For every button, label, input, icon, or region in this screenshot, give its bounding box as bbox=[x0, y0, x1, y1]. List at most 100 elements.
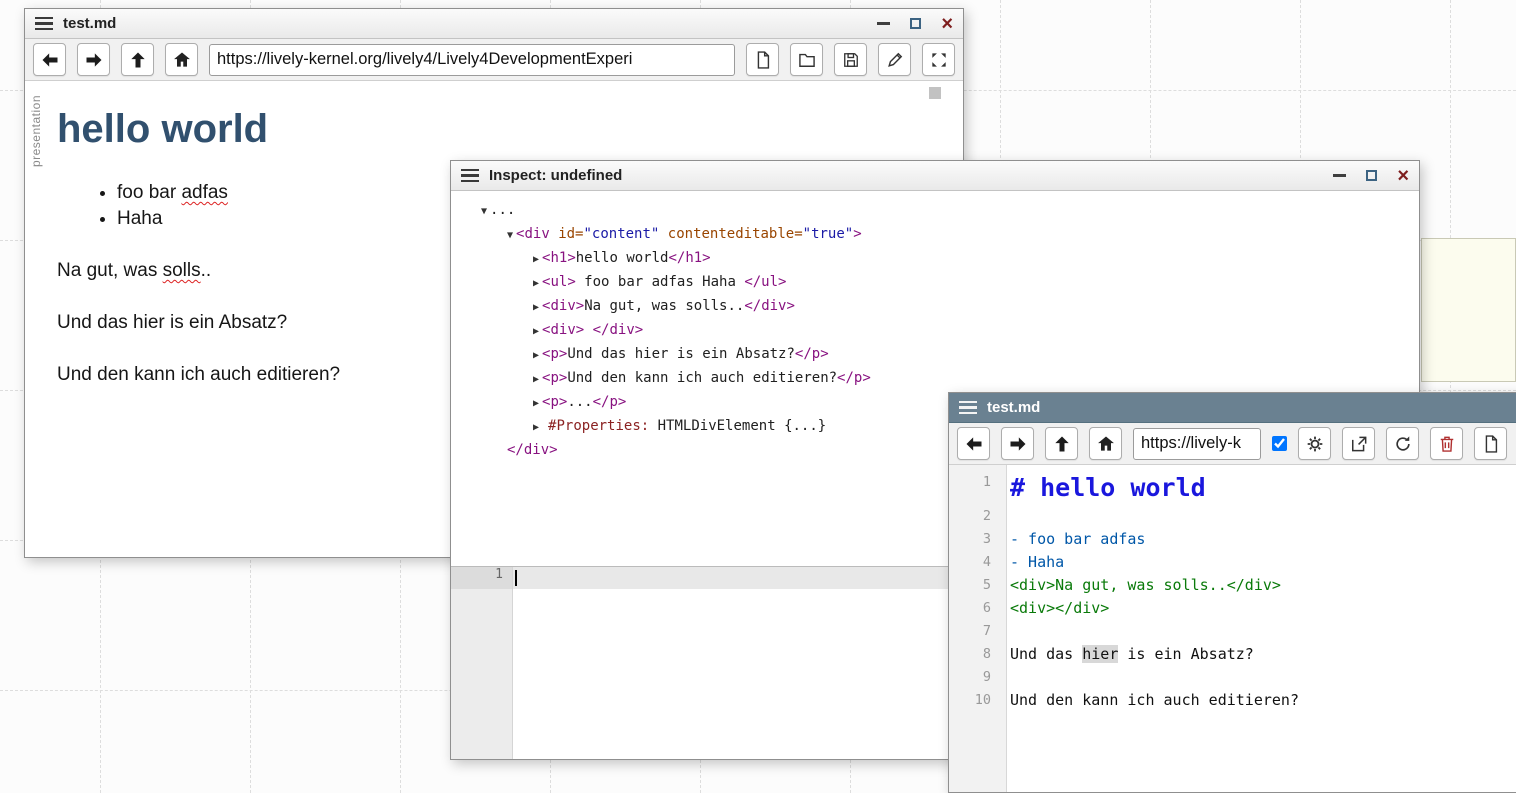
misspelled-word: adfas bbox=[181, 182, 227, 203]
line-number: 2 bbox=[949, 505, 999, 528]
up-button[interactable] bbox=[121, 43, 154, 76]
up-arrow-icon bbox=[128, 50, 148, 70]
presentation-label: presentation bbox=[29, 95, 43, 167]
url-input[interactable] bbox=[1133, 428, 1261, 460]
up-arrow-icon bbox=[1052, 434, 1072, 454]
menu-icon[interactable] bbox=[461, 169, 479, 183]
back-icon bbox=[40, 50, 60, 70]
tree-node[interactable]: ▼<div id="content" contenteditable="true… bbox=[481, 223, 1419, 247]
toolbar bbox=[25, 39, 963, 81]
editor-line[interactable]: 1# hello world bbox=[949, 471, 1516, 505]
edit-button[interactable] bbox=[878, 43, 911, 76]
line-number: 4 bbox=[949, 551, 999, 574]
line-number: 7 bbox=[949, 620, 999, 643]
home-icon bbox=[1096, 434, 1116, 454]
back-icon bbox=[964, 434, 984, 454]
titlebar[interactable]: test.md × bbox=[25, 9, 963, 39]
tree-node[interactable]: ▶<div>Na gut, was solls..</div> bbox=[481, 295, 1419, 319]
window-title: Inspect: undefined bbox=[489, 167, 622, 184]
window-controls: × bbox=[877, 14, 953, 34]
editor-line[interactable]: 5<div>Na gut, was solls..</div> bbox=[949, 574, 1516, 597]
folder-button[interactable] bbox=[790, 43, 823, 76]
line-number: 5 bbox=[949, 574, 999, 597]
expand-button[interactable] bbox=[922, 43, 955, 76]
refresh-button[interactable] bbox=[1386, 427, 1419, 460]
code-editor[interactable]: 1# hello world23- foo bar adfas4- Haha5<… bbox=[949, 465, 1516, 792]
line-code: - Haha bbox=[999, 551, 1064, 574]
markdown-heading: hello world bbox=[57, 107, 933, 152]
editor-line[interactable]: 2 bbox=[949, 505, 1516, 528]
forward-button[interactable] bbox=[77, 43, 110, 76]
minimize-icon[interactable] bbox=[1333, 174, 1346, 177]
url-input[interactable] bbox=[209, 44, 735, 76]
line-code: <div>Na gut, was solls..</div> bbox=[999, 574, 1281, 597]
window-markdown-editor: test.md 1# hello world23- foo bar adfas4… bbox=[948, 392, 1516, 793]
gear-icon bbox=[1305, 434, 1325, 454]
window-title: test.md bbox=[63, 15, 116, 32]
up-button[interactable] bbox=[1045, 427, 1078, 460]
scrollbar-thumb[interactable] bbox=[929, 87, 941, 99]
pencil-icon bbox=[885, 50, 905, 70]
tree-node[interactable]: ▶<p>Und den kann ich auch editieren?</p> bbox=[481, 367, 1419, 391]
line-number: 8 bbox=[949, 643, 999, 666]
window-controls: × bbox=[1333, 166, 1409, 186]
menu-icon[interactable] bbox=[959, 401, 977, 415]
home-icon bbox=[172, 50, 192, 70]
new-file-icon bbox=[1481, 434, 1501, 454]
new-file-button[interactable] bbox=[746, 43, 779, 76]
editor-line[interactable]: 9 bbox=[949, 666, 1516, 689]
expand-icon bbox=[929, 50, 949, 70]
line-number: 1 bbox=[949, 471, 999, 494]
editor-line[interactable]: 4- Haha bbox=[949, 551, 1516, 574]
window-title: test.md bbox=[987, 399, 1040, 416]
editor-line[interactable]: 10Und den kann ich auch editieren? bbox=[949, 689, 1516, 712]
line-number: 6 bbox=[949, 597, 999, 620]
editor-line[interactable]: 8Und das hier is ein Absatz? bbox=[949, 643, 1516, 666]
external-link-icon bbox=[1349, 434, 1369, 454]
text-cursor bbox=[515, 570, 517, 586]
line-code: Und den kann ich auch editieren? bbox=[999, 689, 1299, 712]
editor-line[interactable]: 3- foo bar adfas bbox=[949, 528, 1516, 551]
forward-icon bbox=[84, 50, 104, 70]
tree-node[interactable]: ▶<ul> foo bar adfas Haha </ul> bbox=[481, 271, 1419, 295]
maximize-icon[interactable] bbox=[1366, 170, 1377, 181]
editor-line[interactable]: 6<div></div> bbox=[949, 597, 1516, 620]
forward-button[interactable] bbox=[1001, 427, 1034, 460]
tree-node[interactable]: ▼... bbox=[481, 199, 1419, 223]
line-number: 3 bbox=[949, 528, 999, 551]
titlebar[interactable]: test.md bbox=[949, 393, 1516, 423]
line-number: 1 bbox=[451, 567, 512, 589]
line-code: # hello world bbox=[999, 471, 1206, 505]
maximize-icon[interactable] bbox=[910, 18, 921, 29]
new-file-icon bbox=[753, 50, 773, 70]
folder-icon bbox=[797, 50, 817, 70]
new-file-button[interactable] bbox=[1474, 427, 1507, 460]
forward-icon bbox=[1008, 434, 1028, 454]
home-button[interactable] bbox=[165, 43, 198, 76]
save-icon bbox=[841, 50, 861, 70]
line-code: <div></div> bbox=[999, 597, 1109, 620]
tree-node[interactable]: ▶<p>Und das hier is ein Absatz?</p> bbox=[481, 343, 1419, 367]
auto-update-checkbox[interactable] bbox=[1272, 436, 1287, 451]
toolbar bbox=[949, 423, 1516, 465]
line-code: Und das hier is ein Absatz? bbox=[999, 643, 1254, 666]
delete-button[interactable] bbox=[1430, 427, 1463, 460]
minimize-icon[interactable] bbox=[877, 22, 890, 25]
editor-lines: 1# hello world23- foo bar adfas4- Haha5<… bbox=[949, 465, 1516, 712]
editor-line[interactable]: 7 bbox=[949, 620, 1516, 643]
close-icon[interactable]: × bbox=[1397, 166, 1409, 186]
save-button[interactable] bbox=[834, 43, 867, 76]
back-button[interactable] bbox=[33, 43, 66, 76]
settings-button[interactable] bbox=[1298, 427, 1331, 460]
refresh-icon bbox=[1393, 434, 1413, 454]
background-panel bbox=[1421, 238, 1516, 382]
home-button[interactable] bbox=[1089, 427, 1122, 460]
open-external-button[interactable] bbox=[1342, 427, 1375, 460]
titlebar[interactable]: Inspect: undefined × bbox=[451, 161, 1419, 191]
menu-icon[interactable] bbox=[35, 17, 53, 31]
close-icon[interactable]: × bbox=[941, 14, 953, 34]
line-code: - foo bar adfas bbox=[999, 528, 1145, 551]
back-button[interactable] bbox=[957, 427, 990, 460]
tree-node[interactable]: ▶<div> </div> bbox=[481, 319, 1419, 343]
tree-node[interactable]: ▶<h1>hello world</h1> bbox=[481, 247, 1419, 271]
